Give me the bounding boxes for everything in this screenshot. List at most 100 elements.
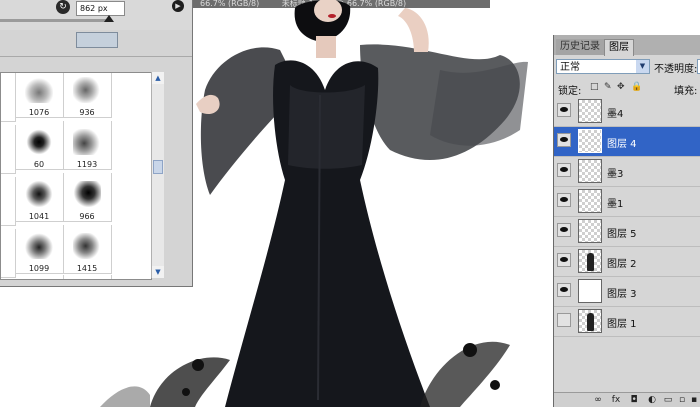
brush-size-label: 1415	[76, 264, 98, 273]
layer-thumbnail	[578, 99, 602, 123]
opacity-label: 不透明度:	[654, 64, 698, 75]
layer-style-icon[interactable]: fx	[610, 394, 622, 406]
slider-thumb[interactable]	[104, 15, 114, 22]
brush-preset[interactable]	[1, 229, 16, 278]
eye-icon	[560, 257, 568, 262]
visibility-eye-icon[interactable]	[557, 193, 571, 207]
brush-preset[interactable]	[63, 275, 112, 279]
brush-size-slider[interactable]	[0, 19, 112, 22]
layer-row[interactable]: 墨1	[554, 187, 700, 217]
brush-preset[interactable]: 60	[15, 121, 64, 170]
lock-all-icon[interactable]: 🔒	[631, 83, 642, 92]
divider	[0, 56, 192, 57]
layer-thumbnail	[578, 129, 602, 153]
brush-preset[interactable]: 936	[63, 73, 112, 118]
brush-preset[interactable]: 1099	[15, 225, 64, 274]
layer-name: 图层 2	[607, 259, 637, 270]
brush-preset[interactable]	[1, 177, 16, 226]
brush-preset[interactable]: 1076	[15, 73, 64, 118]
fill-label: 填充:	[674, 86, 698, 97]
layer-thumbnail	[578, 159, 602, 183]
layers-panel: 历史记录 图层 正常 ▼ 不透明度: 锁定: □ ✎ ✥ 🔒 填充: 墨4 图层 …	[553, 35, 700, 407]
layer-mask-icon[interactable]: ◘	[628, 394, 640, 406]
brush-grid-scrollbar[interactable]: ▲ ▼	[151, 72, 164, 278]
reset-icon[interactable]: ↻	[56, 0, 70, 14]
chevron-down-icon[interactable]: ▼	[636, 60, 649, 73]
visibility-eye-icon[interactable]	[557, 133, 571, 147]
brush-size-label: 1193	[76, 160, 98, 169]
brush-size-label: 60	[33, 160, 45, 169]
delete-layer-icon[interactable]: ▪	[688, 394, 700, 406]
brush-size-label: 1041	[28, 212, 50, 221]
eye-icon	[560, 287, 568, 292]
eye-icon	[560, 227, 568, 232]
brush-size-label: 936	[79, 108, 95, 117]
visibility-eye-icon[interactable]	[557, 163, 571, 177]
brush-preset[interactable]	[15, 275, 64, 279]
blend-mode-select[interactable]: 正常 ▼	[556, 59, 650, 74]
ink-brush-thumbnail	[73, 77, 101, 103]
brush-size-label: 1076	[28, 108, 50, 117]
scrollbar-thumb[interactable]	[153, 160, 163, 174]
brush-preset-grid: 1076 936 60 1193 1041 966 1099 1415	[0, 72, 152, 280]
eye-icon	[560, 137, 568, 142]
brush-size-label: 1099	[28, 264, 50, 273]
brush-preview-box	[76, 32, 118, 48]
brush-preset[interactable]: 1041	[15, 173, 64, 222]
figure-thumbnail	[587, 253, 594, 271]
layer-name: 图层 4	[607, 139, 637, 150]
scroll-down-icon[interactable]: ▼	[152, 266, 164, 278]
link-layers-icon[interactable]: ∞	[592, 394, 604, 406]
scroll-up-icon[interactable]: ▲	[152, 72, 164, 84]
brush-presets-panel: ↻ 862 px ▶ 1076 936 60 1193 1041 966 109…	[0, 0, 193, 287]
layer-thumbnail	[578, 219, 602, 243]
visibility-eye-icon[interactable]	[557, 253, 571, 267]
brush-preset[interactable]	[1, 73, 16, 122]
lock-pixels-icon[interactable]: ✎	[604, 83, 613, 92]
lock-position-icon[interactable]: ✥	[617, 83, 626, 92]
layers-panel-footer: ∞ fx ◘ ◐ ▭ ▫ ▪	[554, 392, 700, 407]
brush-preset[interactable]: 1415	[63, 225, 112, 274]
eye-icon	[560, 167, 568, 172]
layer-name: 墨1	[607, 199, 624, 210]
visibility-eye-icon[interactable]	[557, 313, 571, 327]
layer-row[interactable]: 墨4	[554, 97, 700, 127]
layer-row[interactable]: 图层 3	[554, 277, 700, 307]
ink-brush-thumbnail	[73, 129, 101, 155]
layer-row[interactable]: 图层 1	[554, 307, 700, 337]
brush-preset[interactable]: 966	[63, 173, 112, 222]
layer-thumbnail	[578, 309, 602, 333]
layer-row[interactable]: 图层 5	[554, 217, 700, 247]
visibility-eye-icon[interactable]	[557, 283, 571, 297]
ink-brush-thumbnail	[25, 233, 53, 259]
ink-brush-thumbnail	[25, 181, 53, 207]
layer-name: 图层 5	[607, 229, 637, 240]
tab-layers[interactable]: 图层	[604, 39, 634, 56]
brush-preset[interactable]	[1, 125, 16, 174]
lock-label: 锁定:	[558, 86, 582, 97]
layer-row[interactable]: 墨3	[554, 157, 700, 187]
panel-menu-icon[interactable]: ▶	[172, 0, 184, 12]
lock-transparency-icon[interactable]: □	[590, 83, 599, 92]
visibility-eye-icon[interactable]	[557, 103, 571, 117]
visibility-eye-icon[interactable]	[557, 223, 571, 237]
ink-brush-thumbnail	[73, 181, 101, 207]
layer-thumbnail	[578, 279, 602, 303]
soft-round-brush-thumbnail	[25, 129, 53, 155]
ink-brush-thumbnail	[25, 77, 53, 103]
layer-name: 图层 1	[607, 319, 637, 330]
tab-history[interactable]: 历史记录	[556, 39, 604, 55]
new-layer-icon[interactable]: ▫	[676, 394, 688, 406]
ink-brush-thumbnail	[73, 233, 101, 259]
layer-row[interactable]: 图层 2	[554, 247, 700, 277]
layer-thumbnail	[578, 189, 602, 213]
adjustment-layer-icon[interactable]: ◐	[646, 394, 658, 406]
brush-preset[interactable]: 1193	[63, 121, 112, 170]
brush-size-label: 966	[79, 212, 95, 221]
new-group-icon[interactable]: ▭	[662, 394, 674, 406]
panel-tab-bar: 历史记录 图层	[554, 35, 700, 56]
layer-row[interactable]: 图层 4	[554, 127, 700, 157]
eye-icon	[560, 107, 568, 112]
eye-icon	[560, 197, 568, 202]
brush-size-input[interactable]: 862 px	[76, 1, 125, 16]
